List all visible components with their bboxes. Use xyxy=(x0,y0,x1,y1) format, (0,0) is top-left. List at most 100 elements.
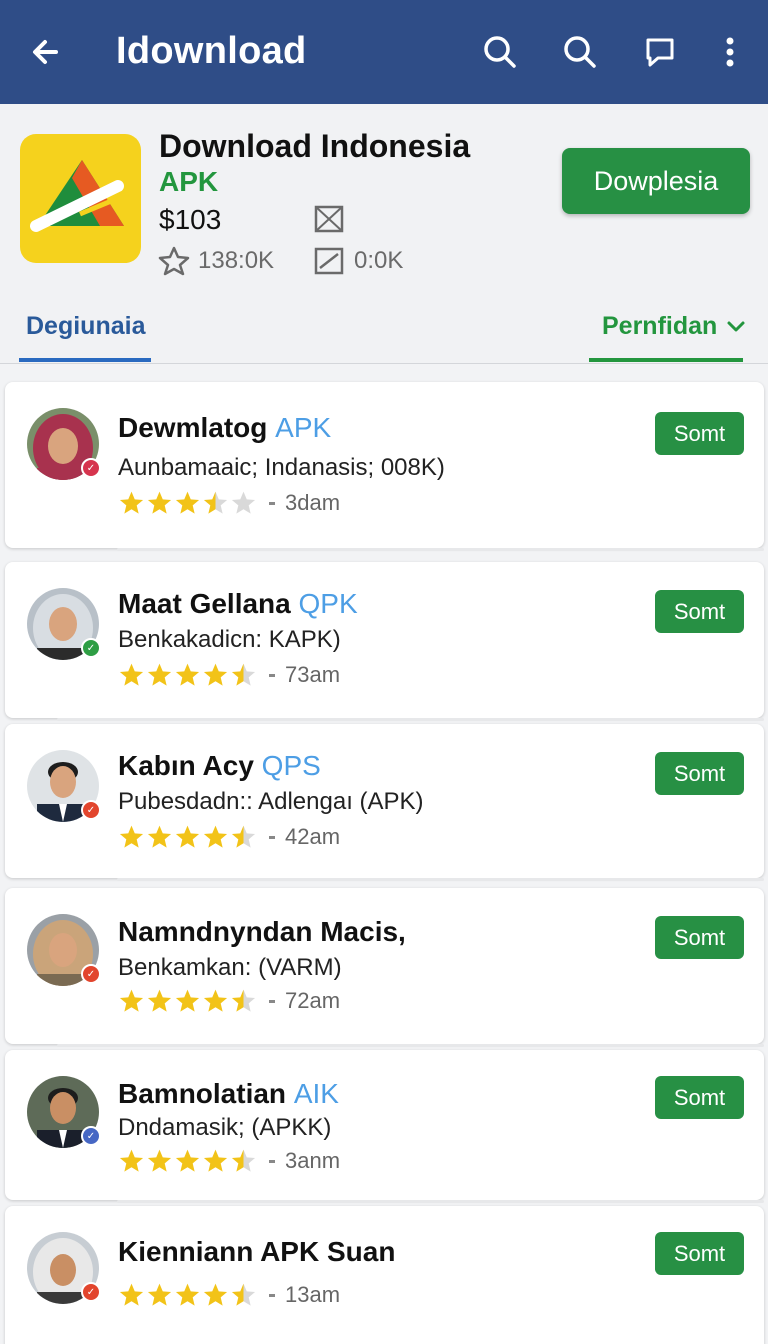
item-rating: 73am xyxy=(118,662,340,688)
tab-right[interactable]: Pernfidan xyxy=(602,312,747,341)
star-icon xyxy=(119,663,144,686)
star-icon xyxy=(203,989,228,1012)
star-rating xyxy=(118,662,257,688)
status-badge: ✓ xyxy=(81,964,101,984)
downloads: 0:0K xyxy=(314,246,403,276)
item-title: Bamnolatian AIK xyxy=(118,1078,339,1109)
back-arrow-icon[interactable] xyxy=(26,32,66,72)
star-icon xyxy=(119,989,144,1012)
app-price: $103 xyxy=(159,204,222,235)
app-header: Download Indonesia APK $103 138:0K 0:0K … xyxy=(0,104,768,364)
list-item[interactable]: ✓ Bamnolatian AIK Dndamasik; (APKK) 3anm… xyxy=(5,1050,764,1203)
search-icon[interactable] xyxy=(478,30,522,74)
item-rating: 42am xyxy=(118,824,340,850)
separator-dot xyxy=(269,835,275,839)
item-title: Maat Gellana QPK xyxy=(118,588,358,619)
rating-count-text: 138:0K xyxy=(198,247,275,274)
status-badge: ✓ xyxy=(81,800,101,820)
separator-dot xyxy=(269,999,275,1003)
star-rating xyxy=(118,988,257,1014)
star-icon xyxy=(147,1149,172,1172)
item-description: Benkamkan: (VARM) xyxy=(118,954,342,981)
star-icon xyxy=(119,825,144,848)
star-icon xyxy=(175,989,200,1012)
app-name: Download Indonesia xyxy=(159,128,471,164)
tab-left[interactable]: Degiunaia xyxy=(26,312,145,341)
star-icon xyxy=(147,825,172,848)
divider xyxy=(117,878,764,881)
star-icon xyxy=(119,491,144,514)
item-title: Kienniann APK Suan xyxy=(118,1236,396,1267)
app-bar: Idownload xyxy=(0,0,768,104)
image-icon xyxy=(314,204,344,234)
comment-icon[interactable] xyxy=(638,30,682,74)
list-item[interactable]: ✓ Dewmlatog APK Aunbamaaic; Indanasis; 0… xyxy=(5,382,764,551)
star-icon xyxy=(203,663,228,686)
item-time: 3dam xyxy=(285,490,341,515)
item-time: 73am xyxy=(285,662,341,687)
item-description: Aunbamaaic; Indanasis; 008K) xyxy=(118,454,445,481)
item-title: Namndnyndan Macis, xyxy=(118,916,406,947)
separator-dot xyxy=(269,1293,275,1297)
sort-button[interactable]: Somt xyxy=(655,916,744,959)
install-button[interactable]: Dowplesia xyxy=(562,148,750,214)
chevron-down-icon xyxy=(727,321,745,331)
chart-box-icon xyxy=(314,247,344,275)
item-time: 72am xyxy=(285,988,341,1013)
item-rating: 72am xyxy=(118,988,340,1014)
star-icon xyxy=(231,989,256,1012)
star-rating xyxy=(118,824,257,850)
star-icon xyxy=(175,1283,200,1306)
tab-right-indicator xyxy=(589,358,743,362)
star-icon xyxy=(203,491,228,514)
sort-button[interactable]: Somt xyxy=(655,1232,744,1275)
item-rating: 3anm xyxy=(118,1148,340,1174)
star-icon xyxy=(175,825,200,848)
sort-button[interactable]: Somt xyxy=(655,412,744,455)
star-rating xyxy=(118,1282,257,1308)
list-item[interactable]: ✓ Kienniann APK Suan 13am Somt xyxy=(5,1206,764,1344)
star-icon xyxy=(231,663,256,686)
sort-button[interactable]: Somt xyxy=(655,752,744,795)
star-icon xyxy=(175,663,200,686)
star-icon xyxy=(231,825,256,848)
status-badge: ✓ xyxy=(81,1126,101,1146)
star-icon xyxy=(231,1149,256,1172)
app-bar-title: Idownload xyxy=(116,30,307,72)
list-item[interactable]: ✓ Namndnyndan Macis, Benkamkan: (VARM) 7… xyxy=(5,888,764,1047)
divider xyxy=(117,1200,764,1203)
star-icon xyxy=(147,663,172,686)
divider xyxy=(117,548,764,551)
star-rating xyxy=(118,490,257,516)
header-divider xyxy=(0,363,768,364)
divider xyxy=(57,718,764,721)
item-time: 42am xyxy=(285,824,341,849)
item-description: Dndamasik; (APKK) xyxy=(118,1114,332,1141)
star-icon xyxy=(203,1149,228,1172)
downloads-text: 0:0K xyxy=(354,247,404,274)
star-icon xyxy=(147,989,172,1012)
list-item[interactable]: ✓ Kabın Acy QPS Pubesdadn:: Adlengaı (AP… xyxy=(5,724,764,881)
tab-left-indicator xyxy=(19,358,151,362)
sort-button[interactable]: Somt xyxy=(655,590,744,633)
status-badge: ✓ xyxy=(81,1282,101,1302)
more-vert-icon[interactable] xyxy=(708,30,752,74)
item-rating: 3dam xyxy=(118,490,340,516)
item-description: Benkakadicn: KAPK) xyxy=(118,626,341,653)
separator-dot xyxy=(269,501,275,505)
star-icon xyxy=(147,491,172,514)
list-item[interactable]: ✓ Maat Gellana QPK Benkakadicn: KAPK) 73… xyxy=(5,562,764,721)
star-outline-icon xyxy=(158,246,190,276)
star-icon xyxy=(119,1149,144,1172)
sort-button[interactable]: Somt xyxy=(655,1076,744,1119)
item-title: Kabın Acy QPS xyxy=(118,750,321,781)
star-icon xyxy=(147,1283,172,1306)
item-title: Dewmlatog APK xyxy=(118,412,332,443)
star-icon xyxy=(175,1149,200,1172)
item-rating: 13am xyxy=(118,1282,340,1308)
star-icon xyxy=(231,1283,256,1306)
separator-dot xyxy=(269,673,275,677)
app-subtitle: APK xyxy=(159,166,219,197)
item-time: 3anm xyxy=(285,1148,341,1173)
search-icon-secondary[interactable] xyxy=(558,30,602,74)
